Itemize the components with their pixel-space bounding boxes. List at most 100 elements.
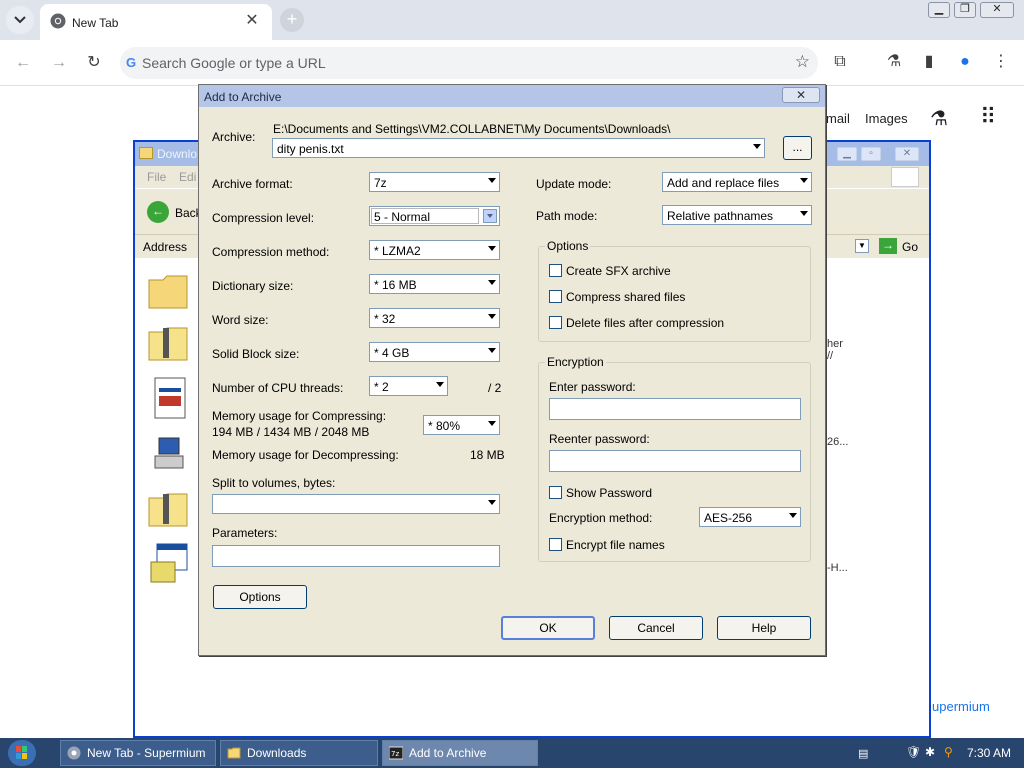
cancel-button[interactable]: Cancel: [609, 616, 703, 640]
labs-icon[interactable]: ⚗: [930, 106, 948, 131]
forward-arrow-icon[interactable]: →: [48, 52, 70, 74]
omnibox[interactable]: G Search Google or type a URL ☆: [120, 47, 818, 79]
compression-method-select[interactable]: * LZMA2: [369, 240, 500, 260]
network-icon[interactable]: ✱: [925, 745, 935, 759]
supermium-chip[interactable]: upermium: [924, 694, 1008, 720]
address-dropdown-icon[interactable]: ▼: [855, 239, 869, 253]
explorer-close-button[interactable]: ✕: [895, 147, 919, 161]
document-icon[interactable]: [147, 376, 191, 420]
taskbar-item-archive[interactable]: 7z Add to Archive: [382, 740, 538, 766]
encrypt-names-checkbox[interactable]: [549, 538, 562, 551]
browse-button[interactable]: ...: [783, 136, 812, 160]
cpu-threads-select[interactable]: * 2: [369, 376, 448, 396]
computer-network-icon[interactable]: [147, 434, 191, 478]
installer-icon[interactable]: [147, 542, 191, 586]
go-label[interactable]: Go: [902, 240, 918, 254]
taskbar-item-downloads[interactable]: Downloads: [220, 740, 378, 766]
security-shield-icon[interactable]: 🛡: [906, 745, 921, 759]
minimize-button[interactable]: ▁: [928, 2, 950, 18]
extensions-icon[interactable]: ⧉: [829, 51, 851, 73]
chevron-down-icon[interactable]: [789, 513, 797, 518]
parameters-input[interactable]: [212, 545, 500, 567]
reenter-password-input[interactable]: [549, 450, 801, 472]
delete-after-checkbox[interactable]: [549, 316, 562, 329]
solid-block-size-select[interactable]: * 4 GB: [369, 342, 500, 362]
encrypt-names-label[interactable]: Encrypt file names: [566, 538, 665, 552]
compression-level-select[interactable]: 5 - Normal: [369, 206, 500, 226]
archive-name-combobox[interactable]: dity penis.txt: [272, 138, 765, 158]
encryption-method-select[interactable]: AES-256: [699, 507, 801, 527]
compress-shared-label[interactable]: Compress shared files: [566, 290, 685, 304]
chevron-down-icon[interactable]: [488, 178, 496, 183]
delete-after-label[interactable]: Delete files after compression: [566, 316, 724, 330]
labs-flask-icon[interactable]: ⚗: [883, 51, 905, 73]
browser-tabstrip: New Tab ✕ + ▁ ❐ ✕: [0, 0, 1024, 40]
chevron-down-icon[interactable]: [488, 246, 496, 251]
path-mode-select[interactable]: Relative pathnames: [662, 205, 812, 225]
mem-compress-select[interactable]: * 80%: [423, 415, 500, 435]
dialog-close-button[interactable]: ✕: [782, 87, 820, 103]
taskbar-item-browser[interactable]: New Tab - Supermium: [60, 740, 216, 766]
close-window-button[interactable]: ✕: [980, 2, 1014, 18]
explorer-maximize-button[interactable]: ▫: [861, 147, 881, 161]
reload-icon[interactable]: ↻: [83, 52, 105, 74]
show-password-label[interactable]: Show Password: [566, 486, 652, 500]
menu-file[interactable]: File: [147, 170, 166, 184]
create-sfx-label[interactable]: Create SFX archive: [566, 264, 671, 278]
start-button[interactable]: [8, 740, 36, 766]
password-input[interactable]: [549, 398, 801, 420]
dictionary-size-select[interactable]: * 16 MB: [369, 274, 500, 294]
split-volumes-combobox[interactable]: [212, 494, 500, 514]
images-link[interactable]: Images: [865, 111, 908, 126]
chevron-down-icon[interactable]: [488, 314, 496, 319]
options-group: Options Create SFX archive Compress shar…: [538, 239, 811, 342]
update-mode-select[interactable]: Add and replace files: [662, 172, 812, 192]
path-mode-value: Relative pathnames: [667, 209, 774, 223]
folder-icon[interactable]: [147, 270, 191, 314]
explorer-title: Downlo: [157, 147, 198, 161]
back-green-arrow-icon[interactable]: ←: [147, 201, 169, 223]
dialog-title-bar[interactable]: Add to Archive ✕: [199, 85, 825, 107]
browser-tab[interactable]: New Tab ✕: [40, 4, 272, 40]
chevron-down-icon[interactable]: [436, 382, 444, 387]
tab-close-icon[interactable]: ✕: [242, 11, 262, 31]
dictionary-size-value: * 16 MB: [374, 278, 417, 292]
zip-folder-icon[interactable]: [147, 322, 191, 366]
apps-grid-icon[interactable]: ⠿: [980, 104, 996, 130]
zip-folder-icon[interactable]: [147, 488, 191, 532]
create-sfx-checkbox[interactable]: [549, 264, 562, 277]
chevron-down-icon[interactable]: [488, 348, 496, 353]
ok-button[interactable]: OK: [501, 616, 595, 640]
tab-search-button[interactable]: [6, 6, 34, 34]
new-tab-button[interactable]: +: [280, 8, 304, 32]
profile-icon[interactable]: ●: [954, 51, 976, 73]
mem-compress-detail: 194 MB / 1434 MB / 2048 MB: [212, 425, 370, 439]
back-arrow-icon[interactable]: ←: [12, 52, 34, 74]
go-arrow-icon[interactable]: →: [879, 238, 897, 254]
chevron-down-icon[interactable]: [488, 500, 496, 505]
keyboard-icon[interactable]: ▤: [858, 747, 868, 760]
side-panel-icon[interactable]: ▮: [918, 51, 940, 73]
chevron-down-icon[interactable]: [488, 280, 496, 285]
menu-edit[interactable]: Edi: [179, 170, 196, 184]
word-size-select[interactable]: * 32: [369, 308, 500, 328]
options-button[interactable]: Options: [213, 585, 307, 609]
archive-name-dropdown-icon[interactable]: [753, 144, 761, 149]
gmail-link[interactable]: mail: [826, 111, 850, 126]
search-icon[interactable]: ⚲: [944, 745, 953, 759]
bookmark-star-icon[interactable]: ☆: [795, 52, 810, 72]
archive-format-select[interactable]: 7z: [369, 172, 500, 192]
chevron-down-icon[interactable]: [483, 209, 497, 223]
archive-path: E:\Documents and Settings\VM2.COLLABNET\…: [273, 122, 671, 136]
clock[interactable]: 7:30 AM: [967, 746, 1011, 760]
chevron-down-icon[interactable]: [800, 178, 808, 183]
compress-shared-checkbox[interactable]: [549, 290, 562, 303]
restore-button[interactable]: ❐: [954, 2, 976, 18]
chevron-down-icon[interactable]: [800, 211, 808, 216]
show-password-checkbox[interactable]: [549, 486, 562, 499]
help-button[interactable]: Help: [717, 616, 811, 640]
chevron-down-icon[interactable]: [488, 421, 496, 426]
menu-kebab-icon[interactable]: ⋮: [990, 51, 1012, 73]
explorer-minimize-button[interactable]: ▁: [837, 147, 857, 161]
encryption-group: Encryption Enter password: Reenter passw…: [538, 355, 811, 562]
